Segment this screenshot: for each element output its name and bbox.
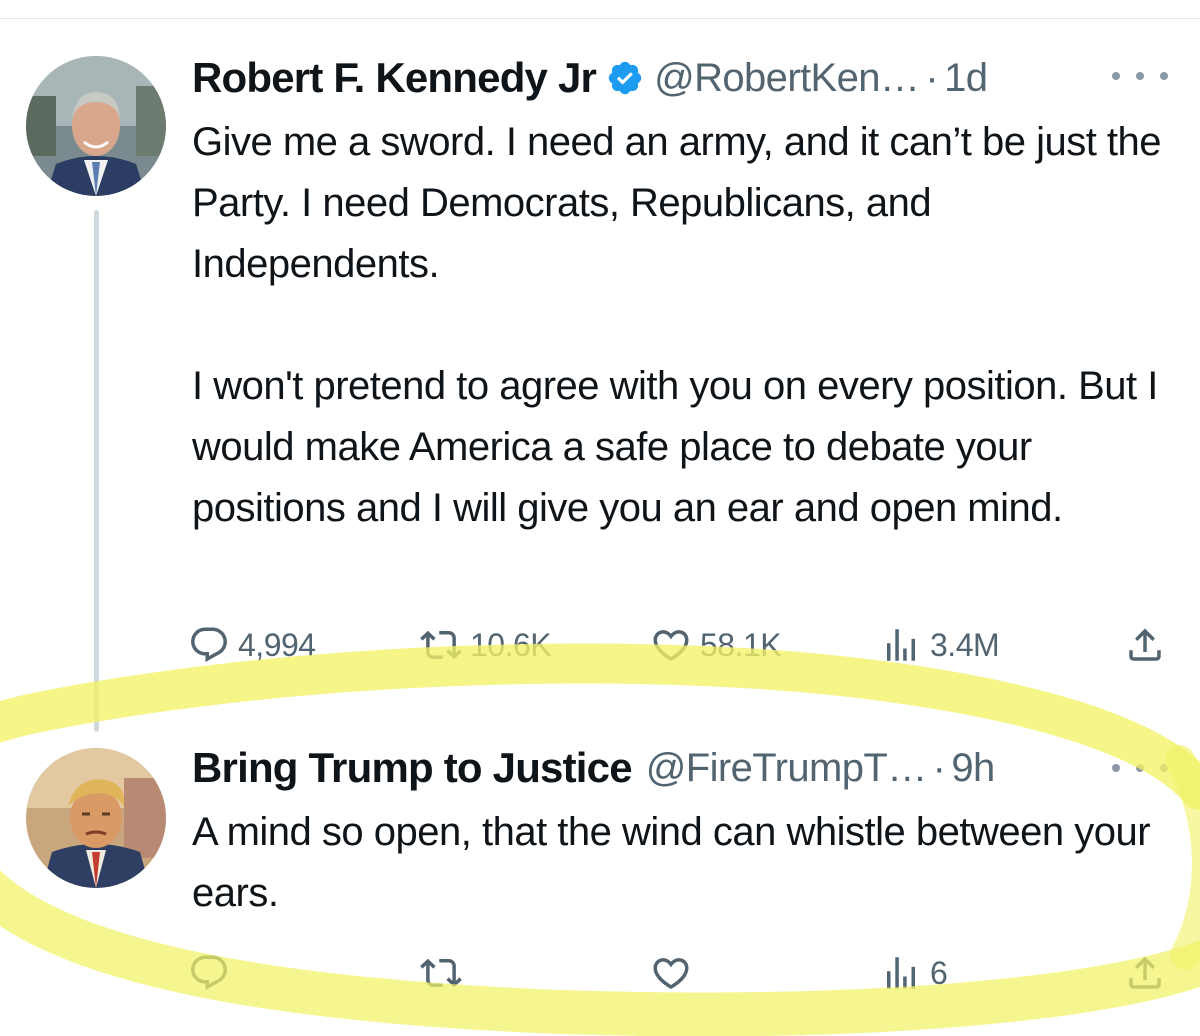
- tweet-paragraph: Give me a sword. I need an army, and it …: [192, 120, 1162, 286]
- tweet-header: Robert F. Kennedy Jr @RobertKen… · 1d: [192, 48, 988, 108]
- separator-dot: ·: [925, 55, 939, 100]
- views-button[interactable]: 3.4M: [880, 620, 1000, 670]
- avatar-rfk-image: [26, 56, 166, 196]
- repost-button[interactable]: [420, 948, 462, 998]
- timestamp[interactable]: 1d: [944, 56, 988, 101]
- repost-button[interactable]: 10.6K: [420, 620, 552, 670]
- author-handle[interactable]: @RobertKen…: [654, 56, 920, 101]
- share-button[interactable]: [1124, 620, 1166, 670]
- reply-count: 4,994: [238, 626, 316, 663]
- action-bar: 4,994 10.6K 58.1K 3.4M: [188, 620, 1178, 670]
- verified-badge-icon: [608, 61, 642, 95]
- reply-icon: [191, 955, 227, 990]
- tweet-text: A mind so open, that the wind can whistl…: [192, 802, 1182, 924]
- like-icon: [653, 630, 689, 662]
- more-icon[interactable]: [1112, 758, 1168, 778]
- thread-line: [94, 210, 99, 732]
- more-icon[interactable]: [1112, 66, 1168, 86]
- avatar-rfk[interactable]: [26, 56, 166, 196]
- share-button[interactable]: [1124, 948, 1166, 998]
- author-name[interactable]: Bring Trump to Justice: [192, 744, 633, 792]
- like-button[interactable]: 58.1K: [650, 620, 782, 670]
- reply-button[interactable]: 4,994: [188, 620, 316, 670]
- views-count: 3.4M: [930, 626, 1000, 663]
- like-button[interactable]: [650, 948, 692, 998]
- tweet-text: Give me a sword. I need an army, and it …: [192, 112, 1182, 539]
- avatar-reply[interactable]: [26, 748, 166, 888]
- timestamp[interactable]: 9h: [951, 746, 995, 791]
- author-name[interactable]: Robert F. Kennedy Jr: [192, 54, 597, 102]
- views-button[interactable]: 6: [880, 948, 948, 998]
- repost-count: 10.6K: [470, 626, 552, 663]
- tweet-header: Bring Trump to Justice @FireTrumpT… · 9h: [192, 738, 995, 798]
- top-divider: [0, 18, 1200, 19]
- like-icon: [653, 958, 689, 990]
- share-icon: [1129, 628, 1161, 661]
- action-bar: 6: [188, 948, 1178, 998]
- views-icon: [887, 957, 915, 989]
- author-handle[interactable]: @FireTrumpT…: [646, 746, 927, 791]
- repost-icon: [420, 958, 462, 988]
- repost-icon: [420, 630, 462, 660]
- reply-button[interactable]: [188, 948, 230, 998]
- tweet-paragraph: I won't pretend to agree with you on eve…: [192, 364, 1158, 530]
- like-count: 58.1K: [700, 626, 782, 663]
- views-count: 6: [930, 954, 948, 991]
- reply-icon: [191, 627, 227, 662]
- views-icon: [887, 629, 915, 661]
- avatar-reply-image: [26, 748, 166, 888]
- tweet-paragraph: A mind so open, that the wind can whistl…: [192, 810, 1151, 915]
- separator-dot: ·: [932, 745, 946, 790]
- share-icon: [1129, 956, 1161, 989]
